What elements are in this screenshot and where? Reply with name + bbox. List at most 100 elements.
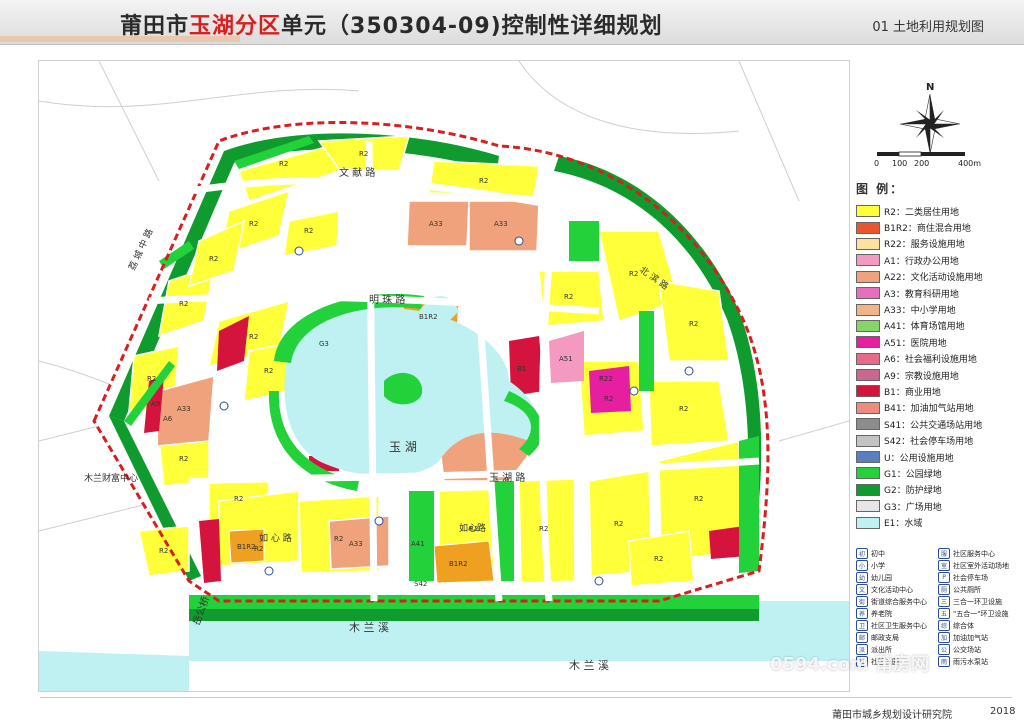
- legend-item: A22：文化活动设施用地: [856, 269, 1016, 285]
- legend-swatch: [856, 434, 880, 447]
- legend-swatch: [856, 369, 880, 382]
- legend-swatch: [856, 451, 880, 464]
- sheet-label: 01 土地利用规划图: [872, 20, 984, 35]
- legend-label: U：公用设施用地: [884, 453, 954, 464]
- svg-text:B1R2: B1R2: [449, 560, 468, 568]
- scale-tick-0: 0: [874, 159, 879, 168]
- svg-text:R2: R2: [279, 160, 288, 168]
- legend-swatch: [856, 500, 880, 513]
- facility-label: 雨污水泵站: [953, 657, 988, 666]
- legend-item: R22：服务设施用地: [856, 236, 1016, 252]
- svg-text:R2: R2: [564, 293, 573, 301]
- facility-label: 街道综合服务中心: [871, 597, 927, 606]
- title-bar: 莆田市玉湖分区单元（350304-09)控制性详细规划 01 土地利用规划图: [0, 0, 1024, 45]
- facility-item: 服社区服务中心: [938, 548, 1020, 559]
- year: 2018: [990, 706, 1016, 717]
- legend-swatch: [856, 303, 880, 316]
- facility-item: 邮邮政支局: [856, 632, 938, 643]
- legend-swatch: [856, 401, 880, 414]
- svg-text:R2: R2: [234, 495, 243, 503]
- facility-item: 加加油加气站: [938, 632, 1020, 643]
- facility-label: 初中: [871, 549, 885, 558]
- legend-item: A9：宗教设施用地: [856, 367, 1016, 383]
- legend-item: B41：加油加气站用地: [856, 400, 1016, 416]
- facility-symbol-icon: 三: [938, 596, 950, 607]
- svg-text:A33: A33: [177, 405, 191, 413]
- svg-text:A33: A33: [494, 220, 508, 228]
- legend-item: E1：水域: [856, 514, 1016, 530]
- svg-text:R2: R2: [614, 520, 623, 528]
- legend-list: R2：二类居住用地 B1R2：商住混合用地 R22：服务设施用地 A1：行政办公用地 A…: [856, 203, 1016, 531]
- facility-label: 养老院: [871, 609, 892, 618]
- scale-tick-100: 100: [892, 159, 907, 168]
- facility-symbol-icon: 文: [856, 584, 868, 595]
- legend-label: A22：文化活动设施用地: [884, 273, 983, 284]
- river-west: [39, 651, 189, 691]
- legend-swatch: [856, 205, 880, 218]
- svg-text:A33: A33: [429, 220, 443, 228]
- legend-label: B1：商业用地: [884, 387, 941, 398]
- facility-item: P 社会停车场: [938, 572, 1020, 583]
- legend-item: A51：医院用地: [856, 334, 1016, 350]
- facility-label: 加油加气站: [953, 633, 988, 642]
- legend-item: S42：社会停车场用地: [856, 432, 1016, 448]
- facility-symbol-icon: 初: [856, 548, 868, 559]
- svg-text:B1: B1: [517, 365, 526, 373]
- legend-swatch: [856, 319, 880, 332]
- facility-symbol-icon: 邮: [856, 632, 868, 643]
- legend-item: G1：公园绿地: [856, 465, 1016, 481]
- facility-symbol-icon: P: [938, 572, 950, 583]
- svg-text:B1R2: B1R2: [237, 543, 256, 551]
- facility-item: 初初中: [856, 548, 938, 559]
- facility-label: 文化活动中心: [871, 585, 913, 594]
- scale-tick-200: 200: [914, 159, 929, 168]
- facility-symbol-icon: 加: [938, 632, 950, 643]
- watermark: 0594.com 莆房网: [770, 654, 929, 675]
- legend-label: E1：水域: [884, 519, 923, 530]
- svg-text:R2: R2: [654, 555, 663, 563]
- legend-swatch: [856, 467, 880, 480]
- legend-label: S41：公共交通场站用地: [884, 420, 983, 431]
- legend-title: 图 例：: [856, 182, 905, 196]
- legend-label: B1R2：商住混合用地: [884, 224, 971, 235]
- svg-text:R2: R2: [359, 150, 368, 158]
- facility-item: 街街道综合服务中心: [856, 596, 938, 607]
- legend-swatch: [856, 418, 880, 431]
- legend-swatch: [856, 237, 880, 250]
- facility-item: 厕公共厕所: [938, 584, 1020, 595]
- svg-text:R2: R2: [604, 395, 613, 403]
- title-suffix: 单元（350304-09)控制性详细规划: [281, 14, 663, 39]
- road-label-mingzhu: 明 珠 路: [369, 293, 405, 306]
- road-label-west: 荔 城 中 路: [126, 227, 156, 272]
- legend-label: G1：公园绿地: [884, 469, 942, 480]
- legend-swatch: [856, 483, 880, 496]
- facility-item: 小小学: [856, 560, 938, 571]
- svg-text:R2: R2: [179, 300, 188, 308]
- facility-symbol-icon: 小: [856, 560, 868, 571]
- facility-item: 文文化活动中心: [856, 584, 938, 595]
- facility-item: 幼幼儿园: [856, 572, 938, 583]
- facility-label: 小学: [871, 561, 885, 570]
- facility-symbol-icon: 公: [938, 644, 950, 655]
- legend-swatch: [856, 352, 880, 365]
- legend-label: A1：行政办公用地: [884, 256, 959, 267]
- svg-text:R2: R2: [249, 333, 258, 341]
- facility-label: 邮政支局: [871, 633, 899, 642]
- legend-label: A41：体育场馆用地: [884, 322, 965, 333]
- svg-text:R2: R2: [479, 177, 488, 185]
- riverside-park: [189, 595, 759, 609]
- legend-swatch: [856, 254, 880, 267]
- svg-text:R2: R2: [179, 455, 188, 463]
- legend-swatch: [856, 287, 880, 300]
- svg-text:R2: R2: [249, 220, 258, 228]
- facility-label: 社区室外活动场地: [953, 561, 1009, 570]
- svg-text:G3: G3: [319, 340, 329, 348]
- facility-label: 社区服务中心: [953, 549, 995, 558]
- facility-symbol-icon: 养: [856, 608, 868, 619]
- facility-symbol-icon: 服: [938, 548, 950, 559]
- legend-item: A6：社会福利设施用地: [856, 351, 1016, 367]
- facility-symbol-icon: 幼: [856, 572, 868, 583]
- legend-item: S41：公共交通场站用地: [856, 416, 1016, 432]
- riverbank-green: [189, 609, 759, 621]
- compass-label: N: [926, 82, 934, 93]
